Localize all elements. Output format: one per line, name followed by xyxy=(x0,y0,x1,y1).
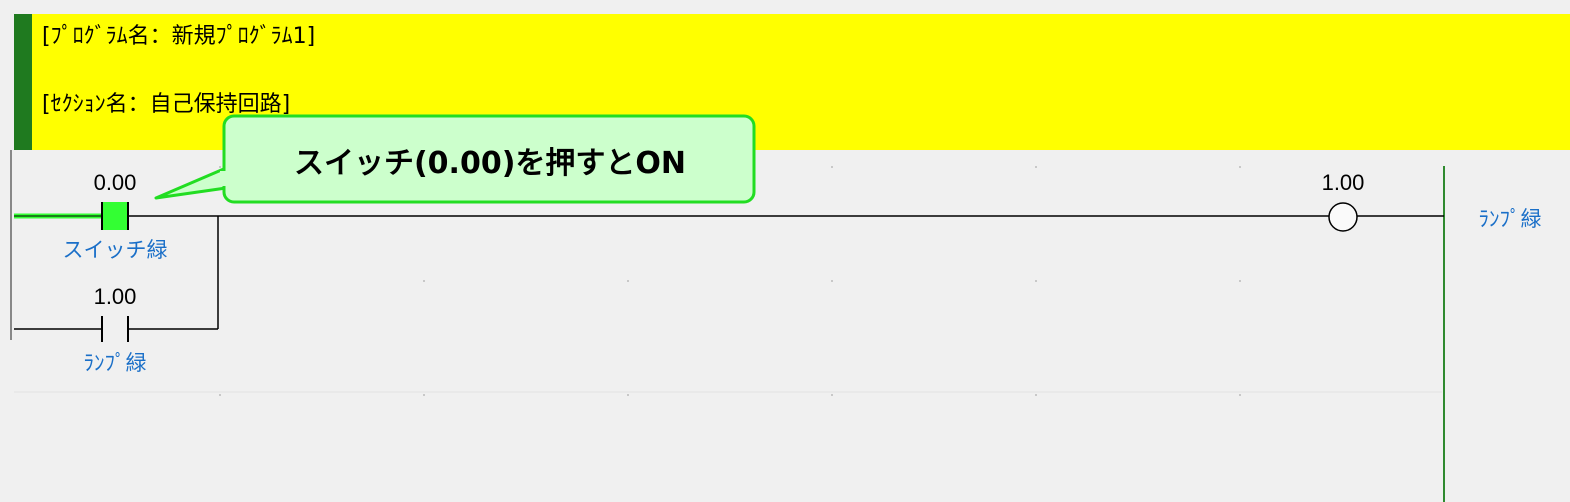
ladder-editor[interactable]: [ﾌﾟﾛｸﾞﾗﾑ名：新規ﾌﾟﾛｸﾞﾗﾑ1] [ｾｸｼｮﾝ名：自己保持回路] 0.… xyxy=(0,0,1570,502)
callout-balloon xyxy=(154,114,756,204)
callout-text: スイッチ(0.00)を押すとON xyxy=(293,146,687,181)
